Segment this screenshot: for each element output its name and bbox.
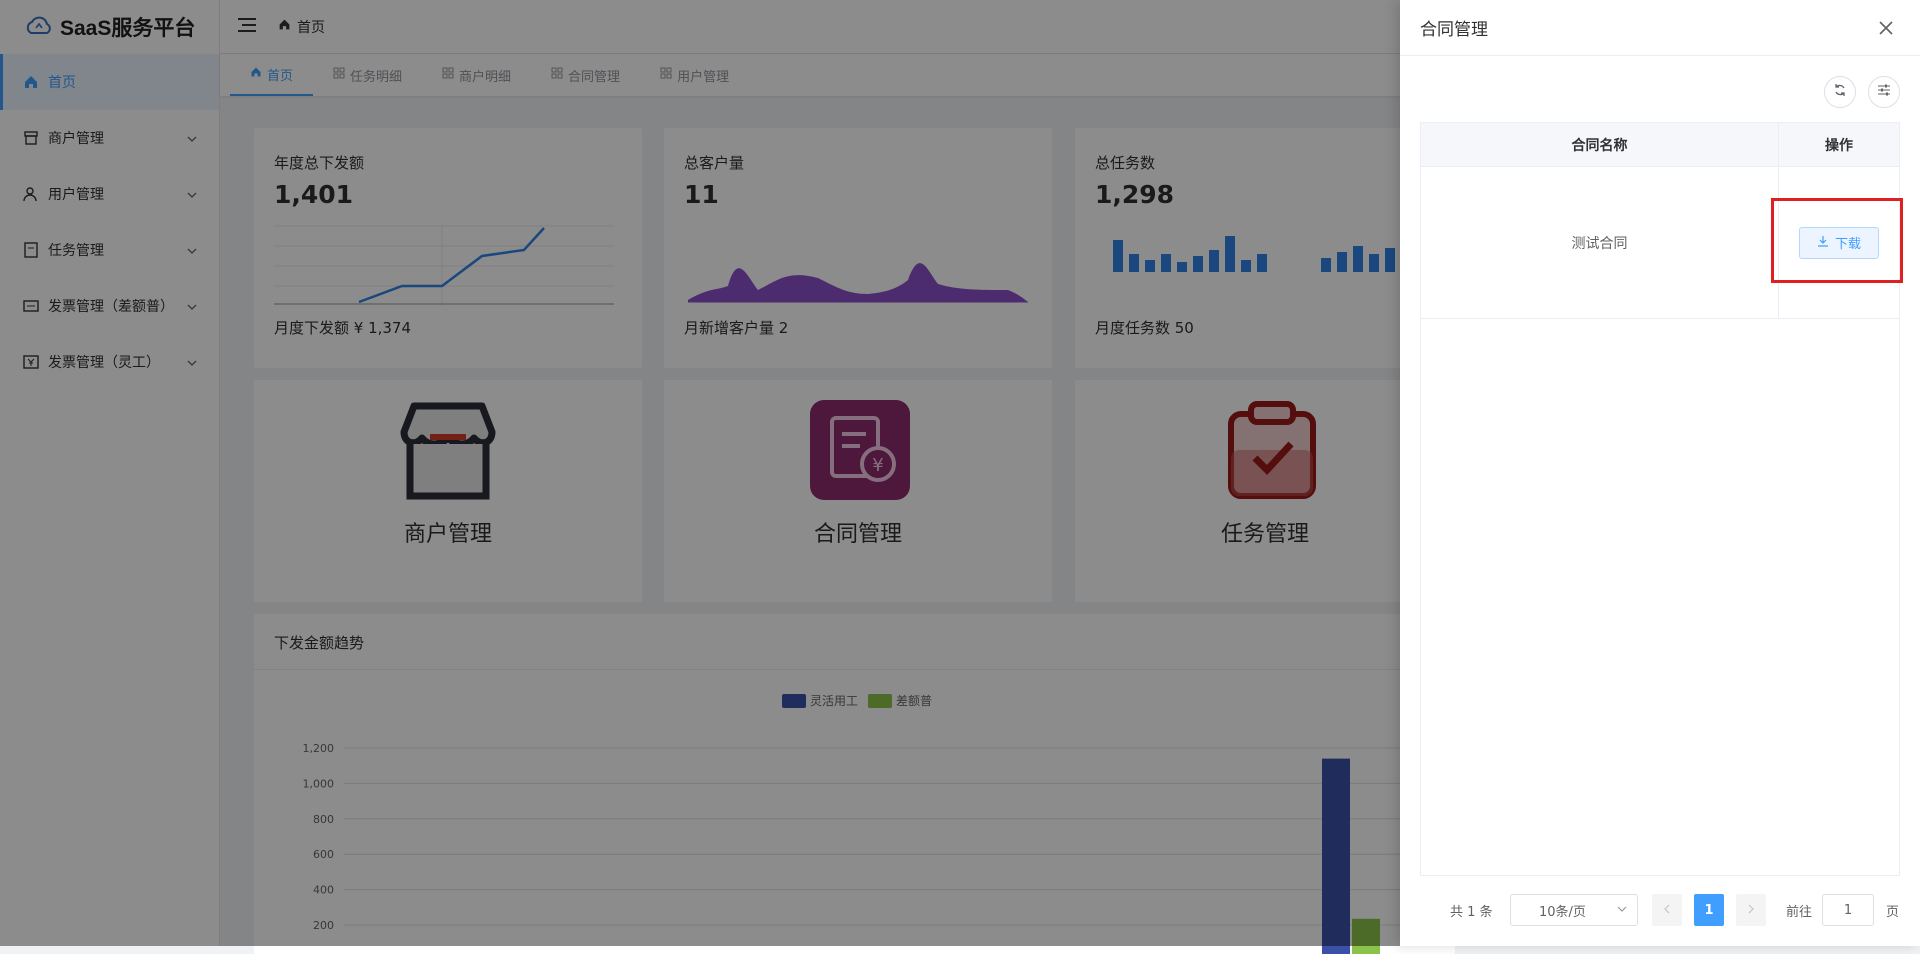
column-settings-button[interactable] xyxy=(1868,76,1900,108)
refresh-icon xyxy=(1833,83,1847,101)
chevron-down-icon xyxy=(1617,903,1627,918)
highlight-box xyxy=(1771,198,1903,283)
app-root: SaaS服务平台 首页 商户管理 用户管理 任务管理 发票管理（差额普） 发票管… xyxy=(0,0,1920,954)
prev-page-button[interactable] xyxy=(1652,894,1682,926)
next-page-button[interactable] xyxy=(1736,894,1766,926)
pagination-total: 共 1 条 xyxy=(1450,904,1493,920)
drawer-title: 合同管理 xyxy=(1420,20,1488,40)
drawer-header: 合同管理 xyxy=(1400,0,1920,56)
page-size-select[interactable]: 10条/页 xyxy=(1510,894,1638,926)
page-size-value: 10条/页 xyxy=(1539,904,1586,920)
page-number-current[interactable]: 1 xyxy=(1694,894,1724,926)
chevron-left-icon xyxy=(1663,903,1671,918)
sliders-icon xyxy=(1877,83,1891,101)
column-header-name[interactable]: 合同名称 xyxy=(1421,123,1779,167)
close-icon[interactable] xyxy=(1876,18,1896,38)
goto-label: 前往 xyxy=(1786,904,1813,920)
refresh-button[interactable] xyxy=(1824,76,1856,108)
page-suffix: 页 xyxy=(1886,904,1900,920)
contract-drawer: 合同管理 合同名称 操作 测试合同 下载 共 1 条 10条/页 1 前往 1 … xyxy=(1400,0,1920,946)
table-cell-contract-name: 测试合同 xyxy=(1421,167,1779,319)
goto-page-input[interactable] xyxy=(1822,894,1874,926)
pagination: 共 1 条 10条/页 1 前往 页 xyxy=(1400,894,1920,926)
chevron-right-icon xyxy=(1747,903,1755,918)
column-header-action[interactable]: 操作 xyxy=(1779,123,1899,167)
